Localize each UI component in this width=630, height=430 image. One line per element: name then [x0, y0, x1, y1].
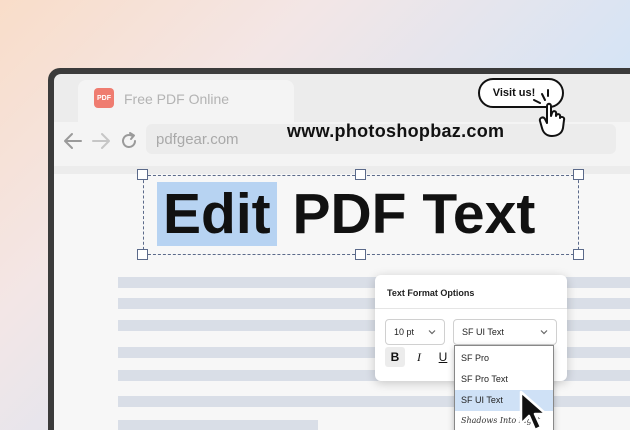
chevron-down-icon	[540, 330, 548, 335]
watermark-text: www.photoshopbaz.com	[287, 121, 505, 141]
italic-button[interactable]: I	[409, 347, 429, 367]
text-selection-box[interactable]	[143, 175, 579, 255]
font-size-select[interactable]: 10 pt	[385, 319, 445, 345]
text-line	[118, 420, 318, 430]
browser-tab[interactable]: PDF Free PDF Online	[78, 80, 294, 122]
dropdown-option[interactable]: SF Pro Text	[455, 369, 553, 390]
resize-handle[interactable]	[355, 249, 366, 260]
divider	[375, 308, 567, 309]
pdfgear-logo-icon: PDF	[94, 88, 114, 108]
resize-handle[interactable]	[137, 249, 148, 260]
font-size-value: 10 pt	[394, 327, 415, 337]
resize-handle[interactable]	[137, 169, 148, 180]
font-family-select[interactable]: SF UI Text	[453, 319, 557, 345]
forward-arrow-icon[interactable]	[90, 130, 112, 152]
mouse-cursor-icon	[519, 390, 548, 430]
resize-handle[interactable]	[573, 249, 584, 260]
tab-title: Free PDF Online	[124, 91, 230, 107]
panel-title: Text Format Options	[387, 288, 475, 298]
pointing-hand-icon	[533, 89, 566, 137]
font-family-value: SF UI Text	[462, 327, 504, 337]
url-text: pdfgear.com	[156, 131, 239, 148]
underline-button[interactable]: U	[433, 347, 453, 367]
reload-icon[interactable]	[118, 130, 140, 152]
resize-handle[interactable]	[355, 169, 366, 180]
back-arrow-icon[interactable]	[62, 130, 84, 152]
chevron-down-icon	[428, 330, 436, 335]
bold-button[interactable]: B	[385, 347, 405, 367]
resize-handle[interactable]	[573, 169, 584, 180]
dropdown-option[interactable]: SF Pro	[455, 348, 553, 369]
